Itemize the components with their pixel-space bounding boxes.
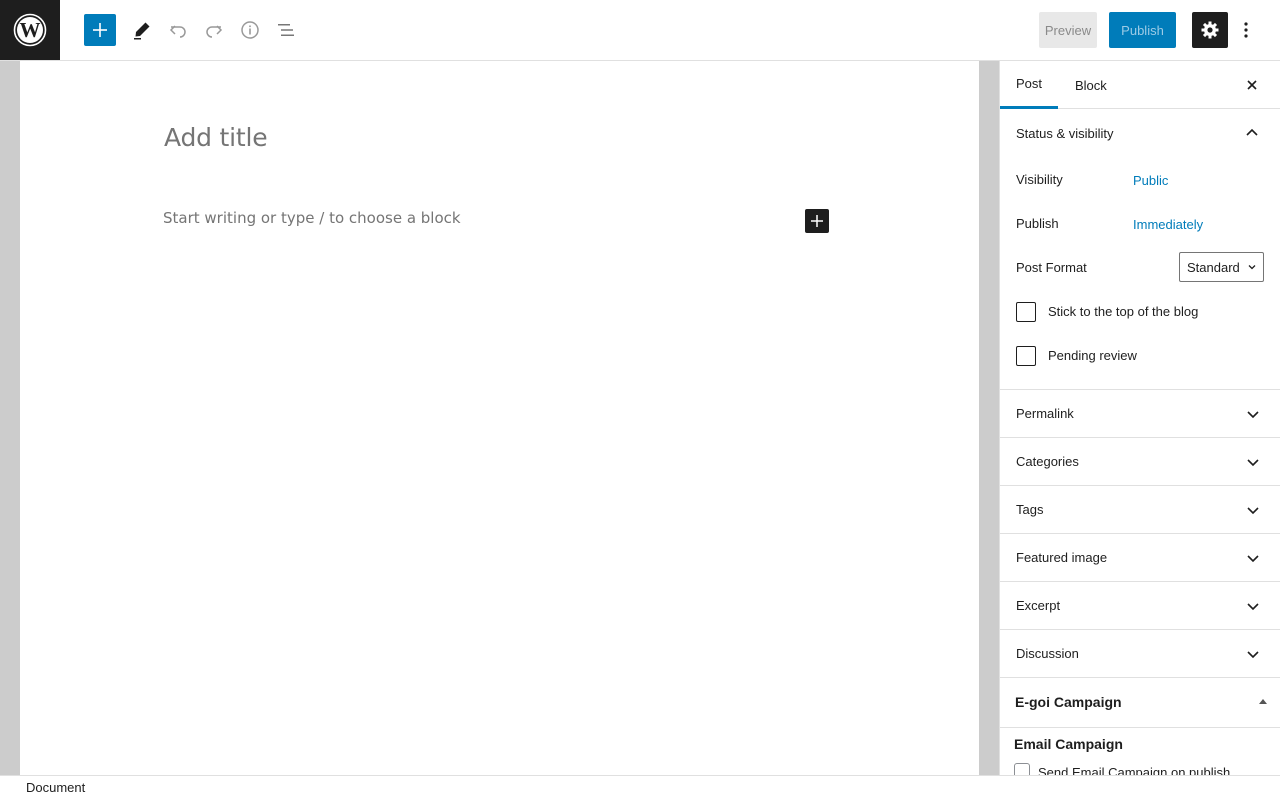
list-view-button[interactable] xyxy=(268,12,304,48)
send-email-campaign-checkbox[interactable] xyxy=(1014,763,1030,775)
send-email-campaign-label: Send Email Campaign on publish xyxy=(1038,765,1231,775)
panel-featured-image[interactable]: Featured image xyxy=(1000,534,1280,582)
sticky-label: Stick to the top of the blog xyxy=(1048,304,1199,319)
plus-icon xyxy=(811,215,823,227)
gear-icon xyxy=(1201,21,1219,39)
svg-text:W: W xyxy=(20,18,41,42)
editor-footer: Document xyxy=(0,775,1280,800)
plus-icon xyxy=(93,23,107,37)
panel-label: Discussion xyxy=(1016,646,1079,661)
panel-discussion[interactable]: Discussion xyxy=(1000,630,1280,678)
publish-date-toggle[interactable]: Immediately xyxy=(1133,217,1203,232)
settings-button[interactable] xyxy=(1192,12,1228,48)
egoi-campaign-title: E-goi Campaign xyxy=(1015,694,1122,710)
visibility-toggle[interactable]: Public xyxy=(1133,173,1168,188)
publish-button[interactable]: Publish xyxy=(1109,12,1176,48)
panel-label: Permalink xyxy=(1016,406,1074,421)
chevron-down-icon xyxy=(1247,603,1259,611)
close-icon xyxy=(1247,80,1257,90)
panel-tags[interactable]: Tags xyxy=(1000,486,1280,534)
details-button[interactable] xyxy=(232,12,268,48)
wordpress-logo-button[interactable]: W xyxy=(0,0,60,60)
default-block-appender[interactable]: Start writing or type / to choose a bloc… xyxy=(163,209,461,227)
publish-label: Publish xyxy=(1016,216,1059,231)
post-format-select[interactable]: Standard xyxy=(1179,252,1264,282)
panel-excerpt[interactable]: Excerpt xyxy=(1000,582,1280,630)
editor-header: W Preview Publish xyxy=(0,0,1280,61)
email-campaign-heading: Email Campaign xyxy=(1014,736,1123,752)
more-vertical-icon xyxy=(1244,22,1248,38)
panel-categories[interactable]: Categories xyxy=(1000,438,1280,486)
pencil-icon xyxy=(134,22,150,40)
editor-canvas-wrapper: Add title Start writing or type / to cho… xyxy=(0,61,1000,775)
tab-post[interactable]: Post xyxy=(1000,61,1059,109)
preview-button[interactable]: Preview xyxy=(1039,12,1097,48)
wordpress-logo-icon: W xyxy=(13,13,47,47)
panel-title[interactable]: Status & visibility xyxy=(1016,126,1114,141)
undo-button[interactable] xyxy=(160,12,196,48)
close-sidebar-button[interactable] xyxy=(1240,73,1264,97)
info-icon xyxy=(241,21,259,39)
block-inserter-button[interactable] xyxy=(84,14,116,46)
tab-block[interactable]: Block xyxy=(1059,61,1123,109)
visibility-label: Visibility xyxy=(1016,172,1063,187)
undo-icon xyxy=(169,25,186,38)
editor-canvas: Add title Start writing or type / to cho… xyxy=(20,61,979,775)
redo-button[interactable] xyxy=(196,12,232,48)
panel-label: Tags xyxy=(1016,502,1044,517)
sidebar-tabs: Post Block xyxy=(1000,61,1280,109)
panel-label: Categories xyxy=(1016,454,1079,469)
egoi-campaign-panel-header[interactable]: E-goi Campaign xyxy=(1000,677,1280,728)
panel-label: Featured image xyxy=(1016,550,1108,565)
options-menu-button[interactable] xyxy=(1234,12,1258,48)
chevron-down-icon xyxy=(1248,265,1256,270)
chevron-down-icon xyxy=(1247,507,1259,515)
sticky-checkbox[interactable] xyxy=(1016,302,1036,322)
breadcrumb[interactable]: Document xyxy=(26,780,85,795)
list-view-icon xyxy=(278,24,294,36)
post-format-value: Standard xyxy=(1187,259,1240,275)
post-format-label: Post Format xyxy=(1016,260,1087,275)
redo-icon xyxy=(206,25,223,38)
chevron-down-icon xyxy=(1247,411,1259,419)
pending-review-checkbox[interactable] xyxy=(1016,346,1036,366)
chevron-down-icon xyxy=(1247,555,1259,563)
add-block-button[interactable] xyxy=(805,209,829,233)
tools-button[interactable] xyxy=(124,12,160,48)
settings-sidebar: Post Block Status & visibility Visibilit… xyxy=(999,61,1280,775)
chevron-up-icon[interactable] xyxy=(1244,125,1260,141)
collapse-arrow-icon[interactable] xyxy=(1259,699,1267,704)
status-visibility-panel: Status & visibility Visibility Public Pu… xyxy=(1000,109,1280,390)
post-title-input[interactable]: Add title xyxy=(164,123,268,152)
panel-permalink[interactable]: Permalink xyxy=(1000,390,1280,438)
panel-label: Excerpt xyxy=(1016,598,1061,613)
pending-review-label: Pending review xyxy=(1048,348,1137,363)
chevron-down-icon xyxy=(1247,459,1259,467)
chevron-down-icon xyxy=(1247,651,1259,659)
